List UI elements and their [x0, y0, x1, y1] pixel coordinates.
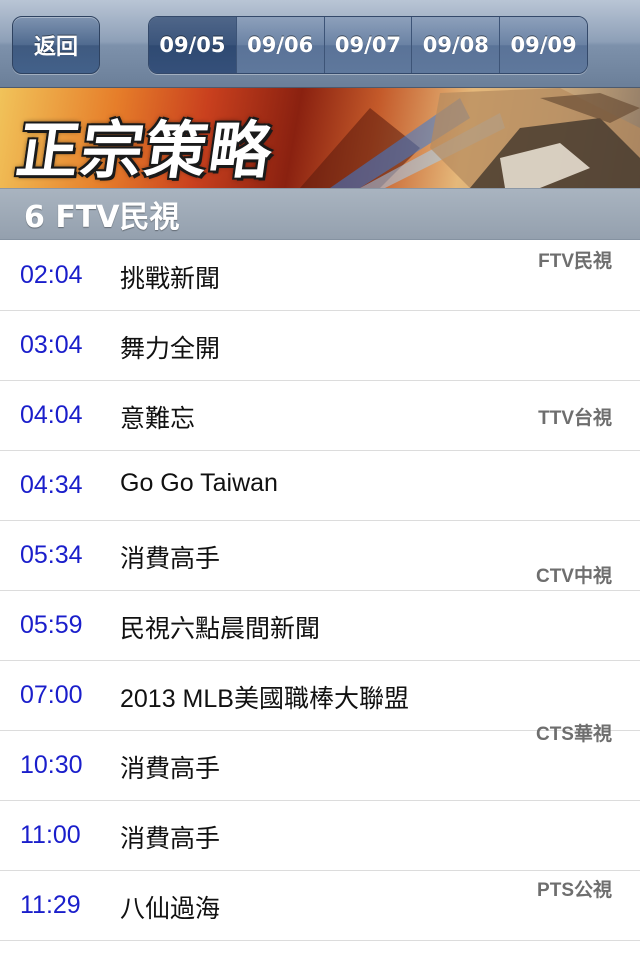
channel-header: 6 FTV民視	[0, 188, 640, 240]
program-time: 04:04	[20, 401, 83, 429]
navigation-bar: 返回 09/05 09/06 09/07 09/08 09/09	[0, 0, 640, 88]
program-time: 11:29	[20, 891, 81, 919]
back-button[interactable]: 返回	[12, 16, 100, 74]
program-time: 07:00	[20, 681, 83, 709]
program-time: 04:34	[20, 471, 83, 499]
date-segmented-control: 09/05 09/06 09/07 09/08 09/09	[148, 16, 588, 74]
banner-title: 正宗策略	[12, 114, 279, 187]
date-tab-0905[interactable]: 09/05	[149, 17, 236, 73]
program-row[interactable]: 04:34 Go Go Taiwan	[0, 451, 640, 521]
ad-banner[interactable]: 正宗策略	[0, 88, 640, 188]
program-title: 挑戰新聞	[120, 265, 221, 293]
program-title: 舞力全開	[120, 335, 221, 363]
program-row[interactable]: 03:04 舞力全開	[0, 311, 640, 381]
channel-header-title: 6 FTV民視	[24, 200, 180, 235]
program-row[interactable]: 11:00 消費高手	[0, 801, 640, 871]
program-title: 消費高手	[120, 545, 221, 573]
program-title: 2013 MLB美國職棒大聯盟	[120, 685, 409, 713]
date-tab-0909[interactable]: 09/09	[499, 17, 587, 73]
program-title: 消費高手	[120, 825, 221, 853]
program-title: 消費高手	[120, 755, 221, 783]
program-time: 02:04	[20, 261, 83, 289]
program-row[interactable]: 05:59 民視六點晨間新聞	[0, 591, 640, 661]
date-tab-0908[interactable]: 09/08	[411, 17, 500, 73]
channel-index-ftv[interactable]: FTV民視	[538, 246, 612, 273]
program-time: 05:59	[20, 611, 83, 639]
channel-index-ctv[interactable]: CTV中視	[536, 561, 612, 588]
channel-index-pts[interactable]: PTS公視	[537, 875, 612, 902]
program-list: 02:04 挑戰新聞 03:04 舞力全開 04:04 意難忘 04:34 Go…	[0, 241, 640, 941]
program-time: 05:34	[20, 541, 83, 569]
date-tab-0906[interactable]: 09/06	[235, 17, 324, 73]
program-time: 03:04	[20, 331, 83, 359]
program-title: 意難忘	[120, 405, 196, 433]
program-time: 10:30	[20, 751, 83, 779]
program-time: 11:00	[20, 821, 81, 849]
program-title: Go Go Taiwan	[120, 469, 278, 497]
channel-index-cts[interactable]: CTS華視	[536, 719, 612, 746]
program-title: 八仙過海	[120, 895, 221, 923]
date-tab-0907[interactable]: 09/07	[323, 17, 412, 73]
channel-index-ttv[interactable]: TTV台視	[538, 403, 612, 430]
program-title: 民視六點晨間新聞	[120, 615, 321, 643]
